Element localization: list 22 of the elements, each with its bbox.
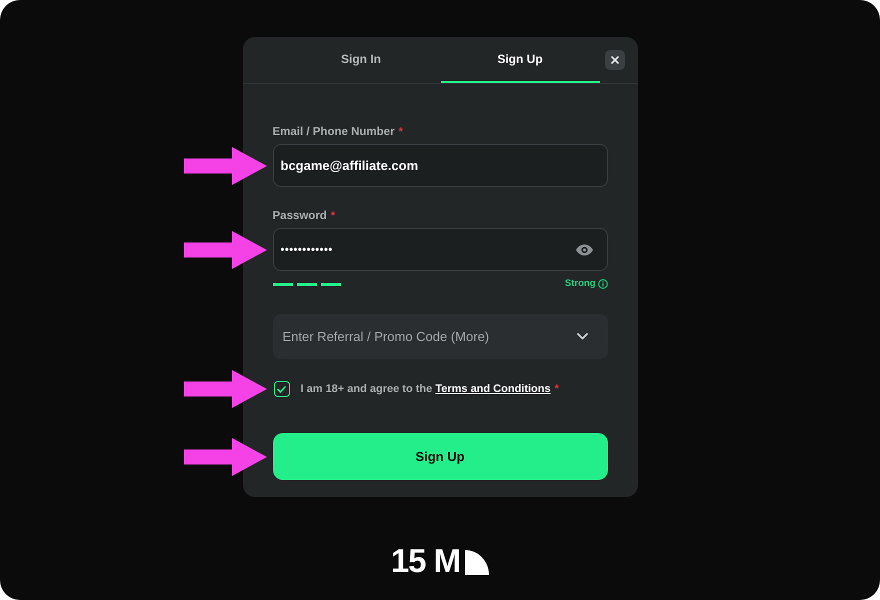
checkbox[interactable] (274, 381, 290, 397)
checkmark-icon (277, 386, 286, 392)
strength-label: Strong (564, 279, 596, 289)
sign-up-button[interactable]: Sign Up (272, 433, 608, 480)
eye-icon[interactable] (576, 244, 592, 255)
tab[interactable]: Sign Up (440, 37, 600, 83)
required-mark: * (554, 382, 559, 397)
field-label: Email / Phone Number (272, 125, 395, 139)
terms-link[interactable]: Terms and Conditions (435, 382, 551, 395)
logo-text: 15 M (390, 547, 460, 575)
info-icon[interactable] (598, 279, 608, 289)
logo-shape-icon (465, 550, 490, 575)
field-label: Password (272, 209, 327, 223)
close-button[interactable] (604, 50, 624, 70)
password-field[interactable]: •••••••••••• (272, 228, 608, 271)
required-mark: * (330, 209, 336, 223)
tab[interactable]: Sign In (282, 37, 440, 83)
required-mark: * (398, 125, 403, 139)
promo-code-dropdown[interactable]: Enter Referral / Promo Code (More) (272, 314, 608, 359)
close-icon (610, 56, 618, 64)
terms-text: I am 18+ and agree to the Terms and Conditions (300, 382, 551, 397)
text-field[interactable]: bcgame@affiliate.com (272, 144, 608, 187)
